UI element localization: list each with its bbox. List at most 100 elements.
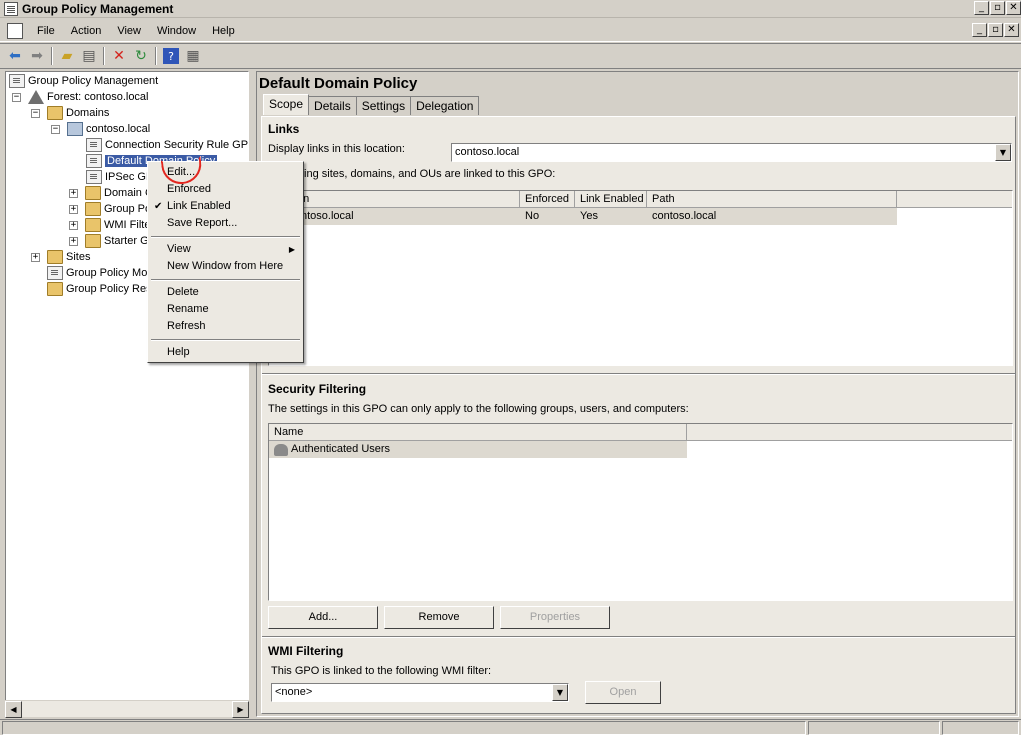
menu-item-enforced[interactable]: Enforced [149,181,302,198]
menu-action[interactable]: Action [63,25,110,37]
tree-item-sites[interactable]: + Sites [31,249,90,265]
menu-item-delete[interactable]: Delete [149,284,302,301]
expand-icon[interactable]: + [69,236,78,246]
properties-icon[interactable]: ▦ [182,46,204,66]
links-list[interactable]: on Enforced Link Enabled Path ntoso.loca… [268,190,1013,366]
expand-icon[interactable]: + [69,204,78,214]
menu-item-save-report[interactable]: Save Report... [149,215,302,232]
menu-item-view[interactable]: View ▶ [149,241,302,258]
cell-link-enabled: Yes [580,210,598,222]
minimize-button[interactable]: _ [974,1,989,15]
tree-item-gpo-ipsec[interactable]: IPSec GP [86,169,153,185]
location-combo[interactable]: contoso.local ▼ [451,143,1012,162]
tree-item-root[interactable]: Group Policy Management [9,73,158,89]
scroll-track[interactable] [22,701,232,717]
window-title: Group Policy Management [22,1,174,16]
tree-item-modeling[interactable]: Group Policy Moc [47,265,153,281]
cell-name: Authenticated Users [269,441,390,458]
ou-folder-icon [85,186,101,200]
chevron-down-icon[interactable]: ▼ [552,684,568,701]
gpmc-icon [9,74,25,88]
child-close-button[interactable]: ✕ [1004,23,1019,37]
properties-button[interactable]: Properties [500,606,610,629]
column-enforced[interactable]: Enforced [520,191,575,207]
column-name[interactable]: Name [269,424,687,440]
details-title: Default Domain Policy [259,75,418,92]
help-icon[interactable]: ? [163,48,179,64]
child-restore-button[interactable]: ▫ [988,23,1003,37]
tab-delegation[interactable]: Delegation [410,96,480,115]
tree-item-forest[interactable]: − Forest: contoso.local [12,89,149,105]
toolbar: ⬅ ➡ ▰ ▤ ✕ ↻ ? ▦ [0,43,1021,69]
tree-horizontal-scrollbar[interactable]: ◀ ▶ [5,700,249,718]
tree-item-group-policy-objects[interactable]: + Group Po [69,201,151,217]
up-folder-icon[interactable]: ▰ [56,46,78,66]
table-row[interactable]: Authenticated Users [269,441,687,458]
refresh-icon[interactable]: ↻ [130,46,152,66]
menu-file[interactable]: File [29,25,63,37]
tree-item-domain[interactable]: − contoso.local [51,121,150,137]
collapse-icon[interactable]: − [51,124,60,134]
tree-item-domains[interactable]: − Domains [31,105,109,121]
submenu-arrow-icon: ▶ [288,245,295,254]
chevron-down-icon[interactable]: ▼ [995,144,1011,161]
show-hide-tree-icon[interactable]: ▤ [78,46,100,66]
gpo-link-icon [86,154,102,168]
menu-help[interactable]: Help [204,25,243,37]
delete-icon[interactable]: ✕ [108,46,130,66]
menu-item-refresh[interactable]: Refresh [149,318,302,335]
column-link-enabled[interactable]: Link Enabled [575,191,647,207]
tree-item-wmi-filters[interactable]: + WMI Filte [69,217,150,233]
menu-item-link-enabled[interactable]: ✔ Link Enabled [149,198,302,215]
back-icon[interactable]: ⬅ [4,46,26,66]
restore-button[interactable]: ▫ [990,1,1005,15]
expand-icon[interactable]: + [69,220,78,230]
gpmc-app-icon [4,1,18,16]
gpo-folder-icon [85,202,101,216]
menu-item-help[interactable]: Help [149,344,302,361]
status-cell-3 [942,721,1019,735]
expand-icon[interactable]: + [31,252,40,262]
open-button[interactable]: Open [585,681,661,704]
tree-item-starter-gpos[interactable]: + Starter G [69,233,149,249]
table-row[interactable]: ntoso.local No Yes contoso.local [269,208,897,225]
tree-item-results[interactable]: Group Policy Res [47,281,152,297]
scroll-right-icon[interactable]: ▶ [232,701,249,718]
add-button[interactable]: Add... [268,606,378,629]
tree-item-label: Group Po [104,203,152,215]
system-menu-icon[interactable] [7,22,23,39]
tree-item-label: WMI Filte [104,219,151,231]
wmi-filter-combo[interactable]: <none> ▼ [271,683,569,702]
status-cell-main [2,721,806,735]
linked-description: owing sites, domains, and OUs are linked… [290,168,556,180]
tree-item-label: Domain C [104,187,153,199]
section-divider [262,373,1015,375]
collapse-icon[interactable]: − [12,92,21,102]
tab-scope[interactable]: Scope [263,94,310,115]
expand-icon[interactable]: + [69,188,78,198]
menu-window[interactable]: Window [149,25,204,37]
tab-details[interactable]: Details [308,96,357,115]
security-list-header: Name [269,424,1012,441]
scroll-left-icon[interactable]: ◀ [5,701,22,718]
remove-button[interactable]: Remove [384,606,494,629]
tree-item-domain-controllers[interactable]: + Domain C [69,185,153,201]
menu-item-new-window[interactable]: New Window from Here [149,258,302,275]
wmi-filtering-heading: WMI Filtering [268,644,344,658]
toolbar-separator [51,47,53,65]
menu-view[interactable]: View [109,25,149,37]
security-filtering-list[interactable]: Name Authenticated Users [268,423,1013,601]
tab-settings[interactable]: Settings [355,96,412,115]
menu-item-rename[interactable]: Rename [149,301,302,318]
forward-icon[interactable]: ➡ [26,46,48,66]
collapse-icon[interactable]: − [31,108,40,118]
column-path[interactable]: Path [647,191,897,207]
wmi-filtering-description: This GPO is linked to the following WMI … [271,665,492,677]
sites-folder-icon [47,250,63,264]
tree-item-gpo-connection[interactable]: Connection Security Rule GPO [86,137,248,153]
child-minimize-button[interactable]: _ [972,23,987,37]
close-button[interactable]: ✕ [1006,1,1021,15]
cell-path: contoso.local [652,210,717,222]
column-location[interactable]: on [269,191,520,207]
links-list-header: on Enforced Link Enabled Path [269,191,1012,208]
